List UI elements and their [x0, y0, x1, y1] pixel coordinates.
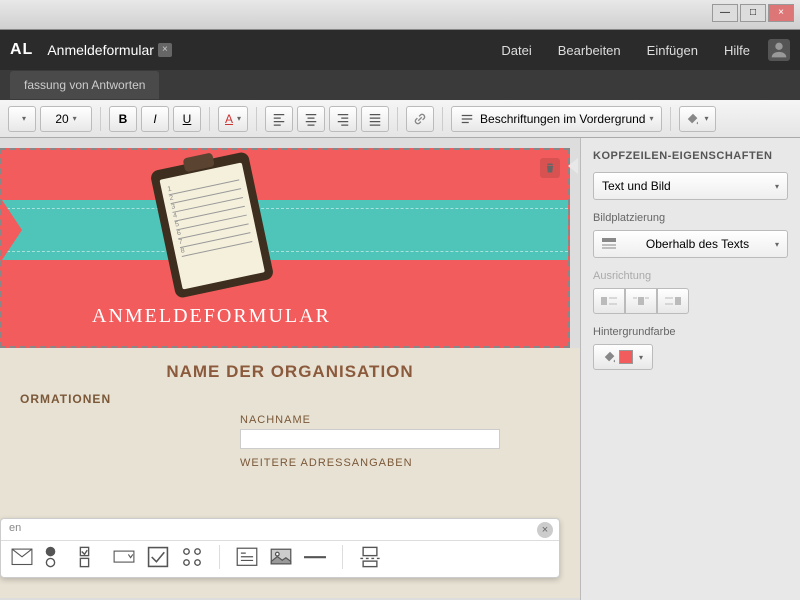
section-header[interactable]: ORMATIONEN: [20, 392, 560, 406]
bgcolor-label: Hintergrundfarbe: [593, 326, 788, 338]
align-left-button[interactable]: [265, 106, 293, 132]
nachname-input[interactable]: [240, 429, 500, 449]
divider-icon[interactable]: [304, 546, 326, 568]
minimize-button[interactable]: —: [712, 4, 738, 22]
font-dropdown[interactable]: ▾: [8, 106, 36, 132]
placement-label: Bildplatzierung: [593, 212, 788, 224]
align-center-button[interactable]: [297, 106, 325, 132]
sidebar-title: KOPFZEILEN-EIGENSCHAFTEN: [593, 150, 788, 162]
format-toolbar: ▾ 20▾ B I U A▾ Beschriftungen im Vorderg…: [0, 100, 800, 138]
checkbox-icon[interactable]: [147, 546, 169, 568]
clipboard-graphic: 12345678: [150, 151, 275, 299]
tab-bar: fassung von Antworten: [0, 70, 800, 100]
app-logo: AL: [10, 41, 33, 59]
menu-hilfe[interactable]: Hilfe: [724, 43, 750, 58]
grid-field-icon[interactable]: [181, 546, 203, 568]
page-break-icon[interactable]: [359, 546, 381, 568]
email-field-icon[interactable]: [11, 546, 33, 568]
delete-header-button[interactable]: [540, 158, 560, 178]
weitere-label: WEITERE ADRESSANGABEN: [240, 457, 560, 469]
maximize-button[interactable]: □: [740, 4, 766, 22]
text-color-button[interactable]: A▾: [218, 106, 248, 132]
radio-field-icon[interactable]: [45, 546, 67, 568]
italic-button[interactable]: I: [141, 106, 169, 132]
floating-insert-toolbar: en ×: [0, 518, 560, 578]
font-size-input[interactable]: 20▾: [40, 106, 92, 132]
properties-sidebar: KOPFZEILEN-EIGENSCHAFTEN Text und Bild▾ …: [580, 138, 800, 600]
align-img-left[interactable]: [593, 288, 625, 314]
menu-einfuegen[interactable]: Einfügen: [647, 43, 698, 58]
placement-select[interactable]: Oberhalb des Texts▾: [593, 230, 788, 258]
header-type-select[interactable]: Text und Bild▾: [593, 172, 788, 200]
app-menubar: AL Anmeldeformular × Datei Bearbeiten Ei…: [0, 30, 800, 70]
close-float-button[interactable]: ×: [537, 522, 553, 538]
text-block-icon[interactable]: [236, 546, 258, 568]
window-titlebar: — □ ×: [0, 0, 800, 30]
alignment-label: Ausrichtung: [593, 270, 788, 282]
header-title[interactable]: ANMELDEFORMULAR: [92, 305, 331, 328]
layers-dropdown[interactable]: Beschriftungen im Vordergrund▾: [451, 106, 662, 132]
align-img-right[interactable]: [657, 288, 689, 314]
user-avatar[interactable]: [768, 39, 790, 61]
paint-bucket-button[interactable]: ▾: [679, 106, 715, 132]
bold-button[interactable]: B: [109, 106, 137, 132]
form-canvas: 12345678 ANMELDEFORMULAR NAME DER ORGANI…: [0, 138, 580, 600]
tab-responses[interactable]: fassung von Antworten: [10, 71, 159, 99]
nachname-label: NACHNAME: [240, 414, 560, 426]
checkbox-list-icon[interactable]: [79, 546, 101, 568]
dropdown-field-icon[interactable]: [113, 546, 135, 568]
underline-button[interactable]: U: [173, 106, 201, 132]
align-img-center[interactable]: [625, 288, 657, 314]
org-name-heading[interactable]: NAME DER ORGANISATION: [20, 362, 560, 382]
link-button[interactable]: [406, 106, 434, 132]
align-right-button[interactable]: [329, 106, 357, 132]
bgcolor-picker[interactable]: ▾: [593, 344, 653, 370]
form-header[interactable]: 12345678 ANMELDEFORMULAR: [0, 148, 570, 348]
float-title: en: [9, 522, 21, 534]
ribbon-graphic: [2, 200, 568, 260]
close-window-button[interactable]: ×: [768, 4, 794, 22]
align-justify-button[interactable]: [361, 106, 389, 132]
menu-bearbeiten[interactable]: Bearbeiten: [558, 43, 621, 58]
alignment-group: [593, 288, 788, 314]
document-title: Anmeldeformular: [47, 42, 154, 58]
image-block-icon[interactable]: [270, 546, 292, 568]
menu-datei[interactable]: Datei: [501, 43, 531, 58]
close-doc-button[interactable]: ×: [158, 43, 172, 57]
